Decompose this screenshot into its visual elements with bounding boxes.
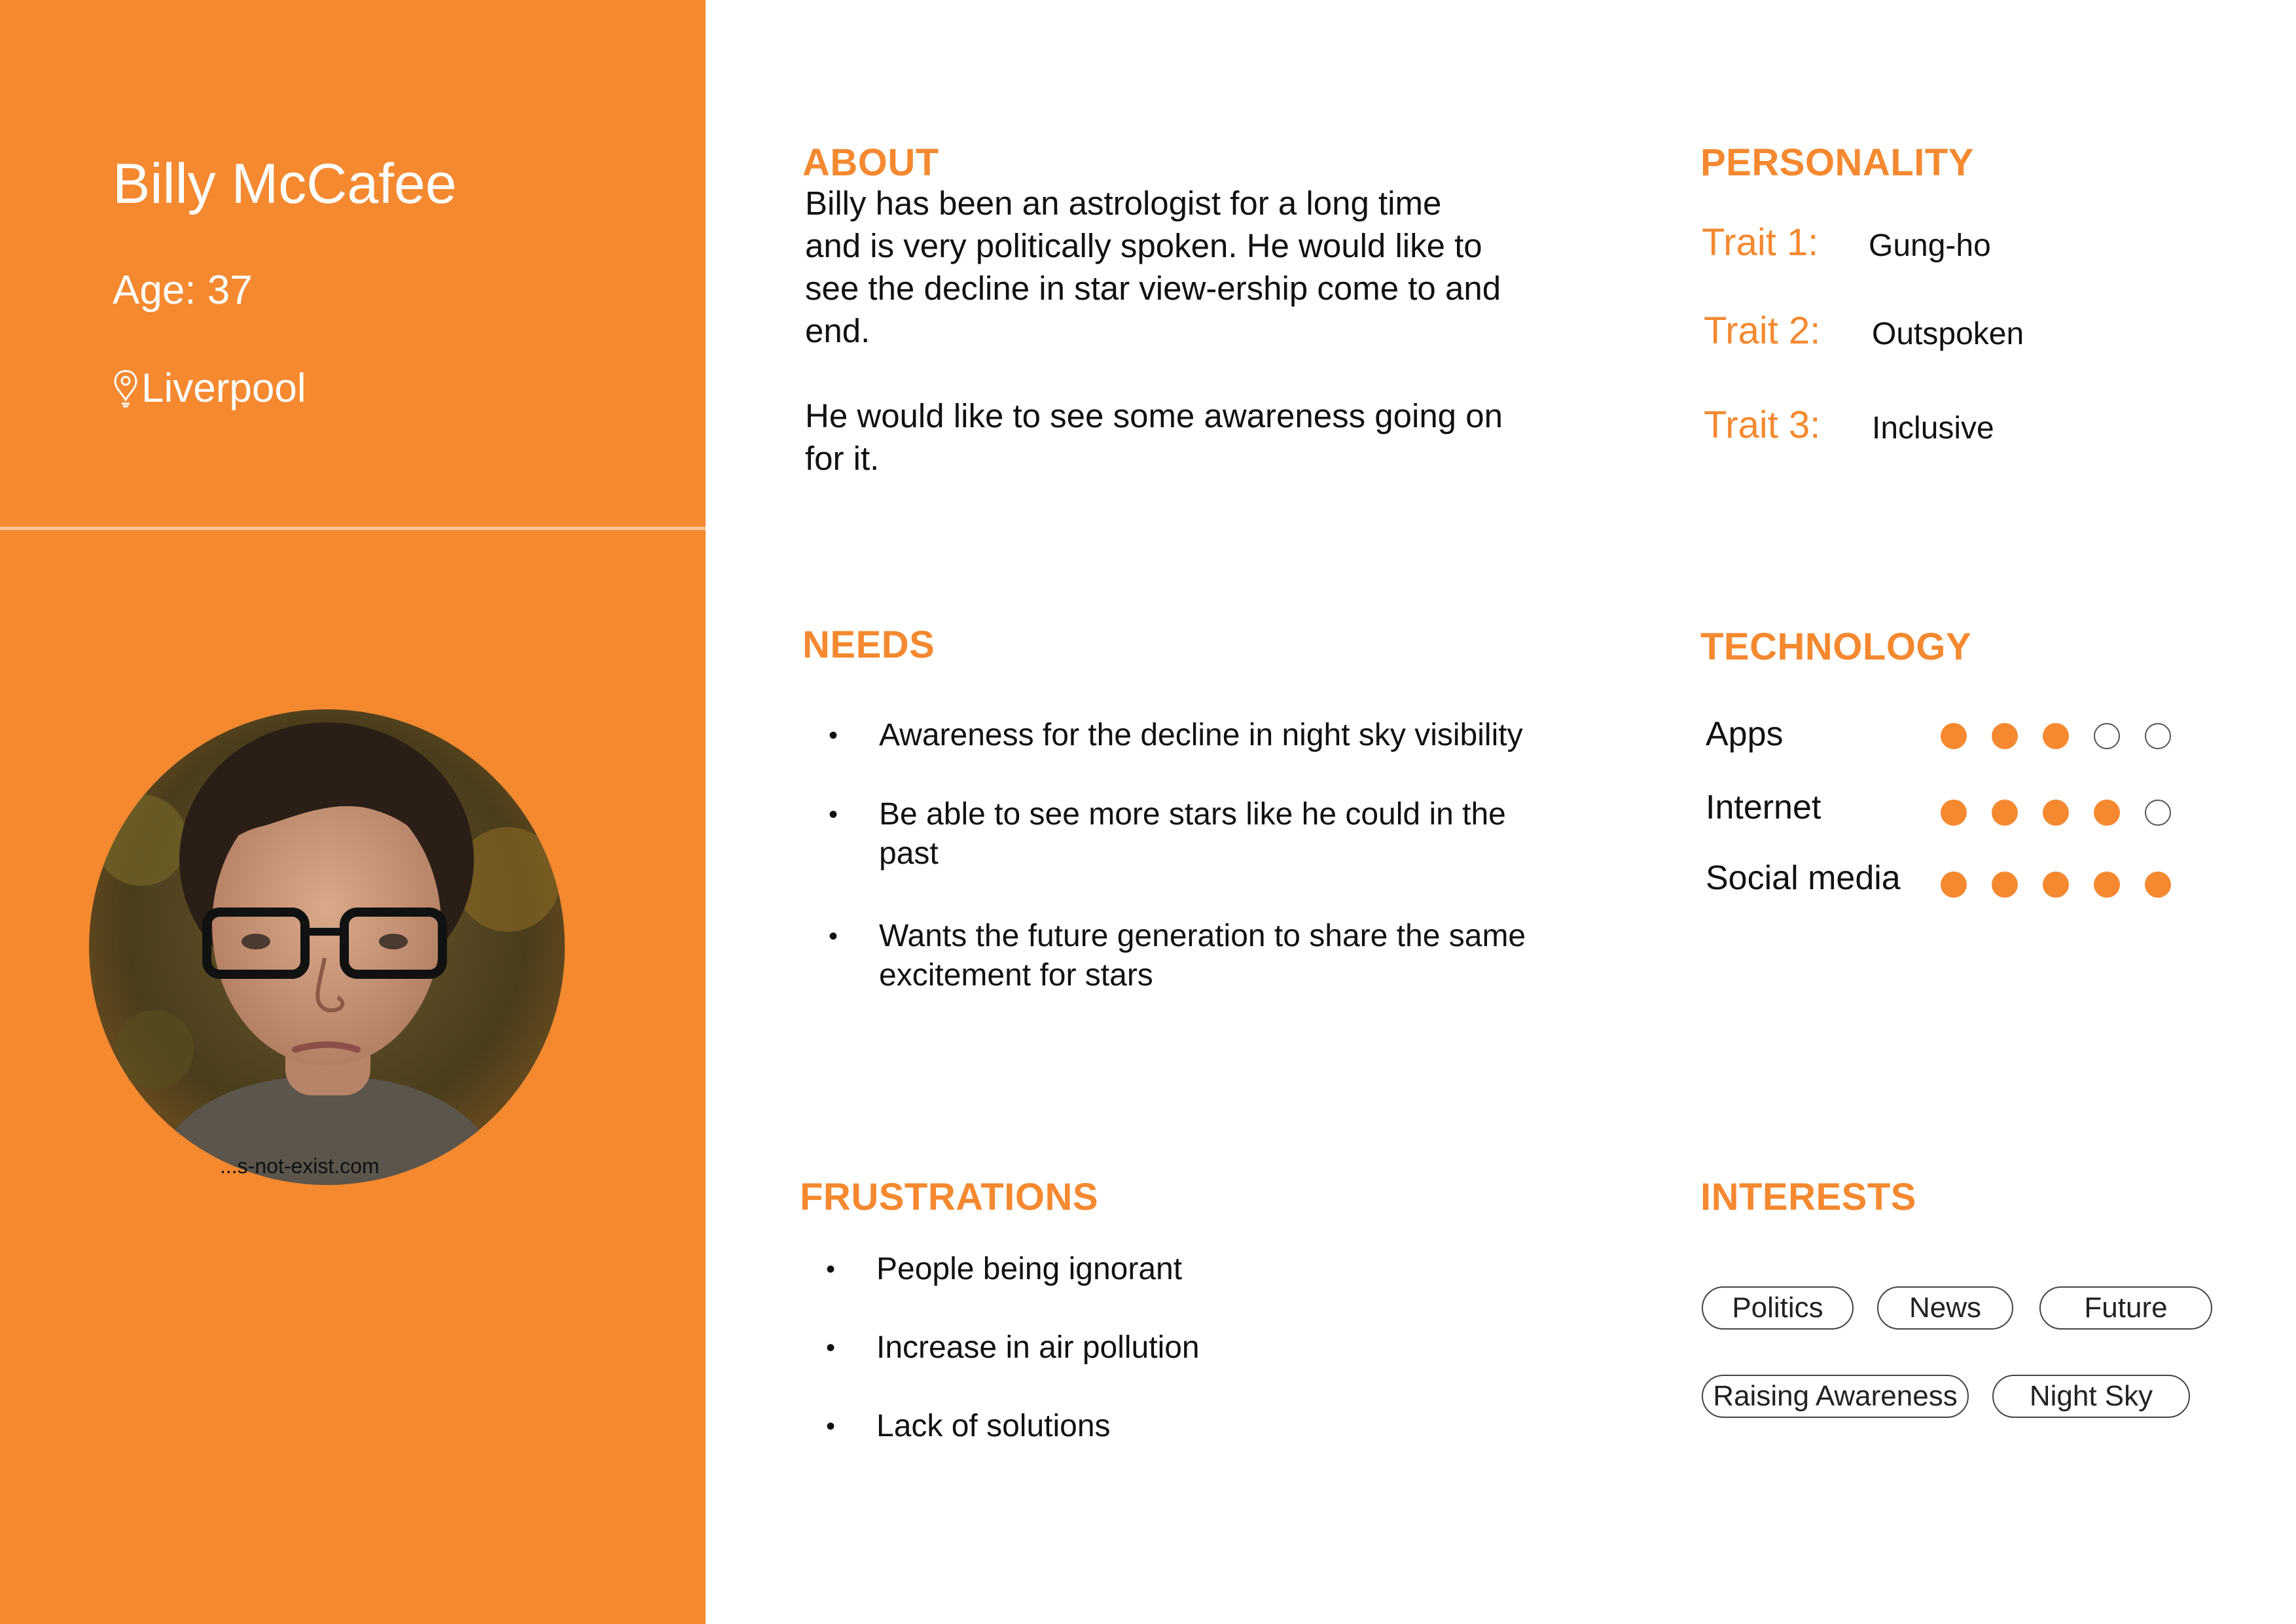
rating-dot-empty <box>2094 723 2120 749</box>
rating-dots <box>1941 872 2171 898</box>
persona-sidebar: Billy McCafee Age: 37 Liverpool ...s-not… <box>0 0 706 1624</box>
trait-value: Gung-ho <box>1869 228 1991 263</box>
rating-dot-filled <box>2043 872 2069 898</box>
personality-title: PERSONALITY <box>1700 141 1974 184</box>
list-item: • Be able to see more stars like he could… <box>829 797 1506 871</box>
about-paragraph: He would like to see some awareness goin… <box>805 397 1503 477</box>
tech-label: Internet <box>1706 788 1821 826</box>
interest-tag: Night Sky <box>1992 1375 2190 1418</box>
needs-list: • Awareness for the decline in night sky … <box>829 716 1535 995</box>
trait-label: Trait 1: <box>1702 221 1819 264</box>
rating-dot-filled <box>2043 800 2069 826</box>
tech-label: Social media <box>1706 859 1901 897</box>
interest-tag: Future <box>2039 1286 2212 1330</box>
sidebar-divider <box>0 527 706 530</box>
photo-watermark: ...s-not-exist.com <box>220 1154 380 1178</box>
list-item: • People being ignorant <box>826 1252 1183 1286</box>
about-title: ABOUT <box>802 141 939 184</box>
list-item: • Lack of solutions <box>826 1409 1111 1443</box>
trait-value: Outspoken <box>1872 317 2024 351</box>
rating-dot-filled <box>1992 872 2018 898</box>
rating-dot-filled <box>1992 723 2018 749</box>
location-label: Liverpool <box>141 366 306 411</box>
frustrations-list: • People being ignorant • Increase in air … <box>826 1250 1533 1446</box>
rating-dot-filled <box>2094 800 2120 826</box>
list-item: • Awareness for the decline in night sky … <box>829 718 1523 752</box>
rating-dot-filled <box>1941 723 1967 749</box>
about-paragraph: Billy has been an astrologist for a long… <box>805 185 1501 349</box>
rating-dot-filled <box>1941 800 1967 826</box>
persona-location: Liverpool <box>113 365 306 412</box>
about-text: Billy has been an astrologist for a long… <box>805 182 1505 522</box>
list-item: • Increase in air pollution <box>826 1330 1200 1365</box>
rating-dot-filled <box>1992 800 2018 826</box>
persona-name: Billy McCafee <box>113 152 457 215</box>
rating-dot-empty <box>2145 800 2171 826</box>
interest-tag: Raising Awareness <box>1702 1375 1969 1418</box>
interest-tag: Politics <box>1702 1286 1854 1330</box>
rating-dot-filled <box>1941 872 1967 898</box>
trait-label: Trait 2: <box>1704 309 1821 352</box>
frustrations-title: FRUSTRATIONS <box>800 1176 1099 1218</box>
map-pin-icon <box>114 369 137 407</box>
trait-value: Inclusive <box>1872 411 1994 446</box>
list-item: • Wants the future generation to share th… <box>829 919 1526 993</box>
rating-dots <box>1941 723 2171 749</box>
interest-tag: News <box>1877 1286 2013 1330</box>
rating-dot-filled <box>2043 723 2069 749</box>
needs-title: NEEDS <box>802 624 935 666</box>
trait-label: Trait 3: <box>1704 404 1821 446</box>
rating-dot-filled <box>2094 872 2120 898</box>
avatar <box>89 709 565 1185</box>
rating-dot-empty <box>2145 723 2171 749</box>
interests-title: INTERESTS <box>1700 1176 1916 1218</box>
rating-dots <box>1941 800 2171 826</box>
persona-age: Age: 37 <box>113 268 253 313</box>
rating-dot-filled <box>2145 872 2171 898</box>
tech-label: Apps <box>1706 715 1784 753</box>
technology-title: TECHNOLOGY <box>1700 626 1972 668</box>
